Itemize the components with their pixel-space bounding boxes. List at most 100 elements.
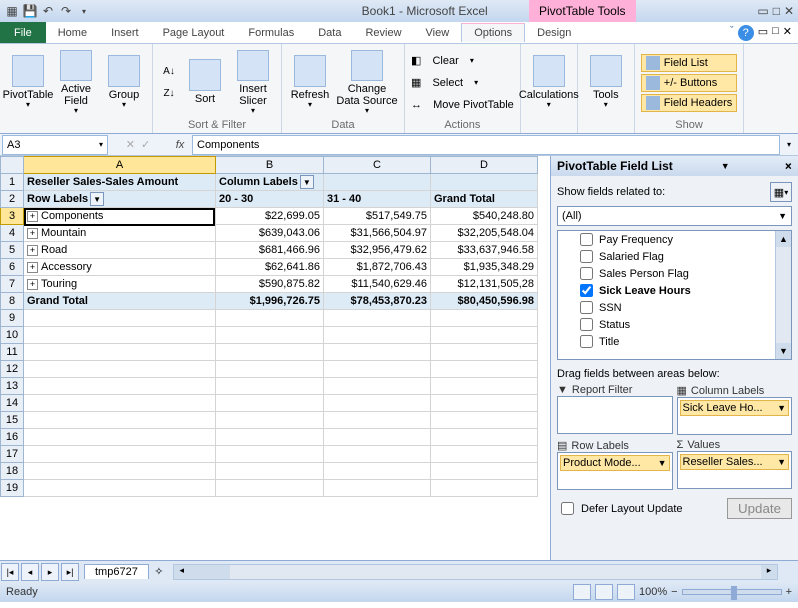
cell[interactable] (24, 327, 216, 344)
cell[interactable] (24, 310, 216, 327)
wb-min-icon[interactable]: ▭ (758, 25, 768, 41)
fx-icon[interactable]: fx (168, 139, 192, 151)
cell[interactable]: $681,466.96 (216, 242, 324, 259)
zoom-slider[interactable] (682, 589, 782, 595)
tab-view[interactable]: View (414, 24, 462, 42)
clear-button[interactable]: ◧ Clear ▾ (411, 51, 514, 71)
field-item[interactable]: Pay Frequency (558, 231, 775, 248)
cell[interactable]: $517,549.75 (324, 208, 431, 225)
cell[interactable] (324, 429, 431, 446)
tab-review[interactable]: Review (353, 24, 413, 42)
move-pivottable-button[interactable]: ↔ Move PivotTable (411, 95, 514, 115)
cell[interactable] (324, 480, 431, 497)
sort-desc-button[interactable]: Z↓ (159, 84, 179, 104)
field-checkbox[interactable] (580, 267, 593, 280)
minimize-ribbon-icon[interactable]: ˇ (730, 25, 734, 41)
calculations-button[interactable]: Calculations▾ (527, 50, 571, 116)
cell[interactable] (216, 446, 324, 463)
expand-icon[interactable]: + (27, 262, 38, 273)
cell[interactable] (431, 310, 538, 327)
cell[interactable] (431, 361, 538, 378)
cell[interactable] (216, 429, 324, 446)
field-list-scrollbar[interactable]: ▲ ▼ (775, 231, 791, 359)
col-header-a[interactable]: A (24, 156, 216, 174)
row-header[interactable]: 17 (0, 446, 24, 463)
file-tab[interactable]: File (0, 22, 46, 43)
cell[interactable]: $80,450,596.98 (431, 293, 538, 310)
sort-button[interactable]: Sort (183, 50, 227, 116)
row-header[interactable]: 9 (0, 310, 24, 327)
cell[interactable] (24, 361, 216, 378)
expand-icon[interactable]: + (27, 228, 38, 239)
cell[interactable] (216, 395, 324, 412)
chip-column[interactable]: Sick Leave Ho...▼ (680, 400, 790, 416)
scroll-up-icon[interactable]: ▲ (776, 231, 791, 247)
layout-options-button[interactable]: ▦▾ (770, 182, 792, 202)
save-icon[interactable]: 💾 (22, 3, 38, 19)
field-item[interactable]: Sick Leave Hours (558, 282, 775, 299)
pivottable-button[interactable]: PivotTable▾ (6, 50, 50, 116)
cell[interactable] (24, 480, 216, 497)
field-checkbox[interactable] (580, 335, 593, 348)
sort-asc-button[interactable]: A↓ (159, 62, 179, 82)
plus-minus-buttons-toggle[interactable]: +/- Buttons (641, 74, 737, 92)
field-item[interactable]: SSN (558, 299, 775, 316)
tab-nav-first[interactable]: |◂ (1, 563, 19, 581)
col-header-c[interactable]: C (324, 156, 431, 174)
cell[interactable] (216, 361, 324, 378)
cell[interactable] (24, 344, 216, 361)
pane-dropdown-icon[interactable]: ▼ (721, 161, 730, 171)
field-item[interactable]: Sales Person Flag (558, 265, 775, 282)
cell[interactable]: 20 - 30 (216, 191, 324, 208)
insert-slicer-button[interactable]: Insert Slicer▾ (231, 50, 275, 116)
col-header-d[interactable]: D (431, 156, 538, 174)
cell[interactable]: Reseller Sales-Sales Amount (24, 174, 216, 191)
cell[interactable] (216, 310, 324, 327)
scroll-down-icon[interactable]: ▼ (776, 343, 791, 359)
cell[interactable] (216, 412, 324, 429)
cell[interactable] (24, 463, 216, 480)
cell[interactable] (324, 361, 431, 378)
row-labels-area[interactable]: Product Mode...▼ (557, 452, 673, 490)
tab-home[interactable]: Home (46, 24, 99, 42)
cell[interactable] (431, 395, 538, 412)
cell[interactable] (324, 378, 431, 395)
row-header[interactable]: 3 (0, 208, 24, 225)
group-button[interactable]: Group▾ (102, 50, 146, 116)
change-data-source-button[interactable]: Change Data Source▾ (336, 50, 398, 116)
name-box[interactable]: A3▾ (2, 135, 108, 155)
wb-restore-icon[interactable]: □ (772, 25, 779, 41)
cell[interactable]: Row Labels▼ (24, 191, 216, 208)
cell[interactable]: $11,540,629.46 (324, 276, 431, 293)
cell[interactable] (431, 446, 538, 463)
chip-row[interactable]: Product Mode...▼ (560, 455, 670, 471)
horizontal-scrollbar[interactable]: ◂▸ (173, 564, 778, 580)
formula-bar[interactable]: Components (192, 135, 780, 155)
tab-formulas[interactable]: Formulas (236, 24, 306, 42)
row-header[interactable]: 11 (0, 344, 24, 361)
field-checkbox[interactable] (580, 250, 593, 263)
tab-nav-prev[interactable]: ◂ (21, 563, 39, 581)
cell[interactable] (324, 327, 431, 344)
cell[interactable] (324, 463, 431, 480)
view-page-layout-button[interactable] (595, 584, 613, 600)
minimize-icon[interactable]: ▭ (757, 4, 768, 18)
cell[interactable] (216, 463, 324, 480)
cell[interactable]: Grand Total (24, 293, 216, 310)
tools-button[interactable]: Tools▾ (584, 50, 628, 116)
column-labels-filter[interactable]: ▼ (300, 175, 314, 189)
tab-data[interactable]: Data (306, 24, 353, 42)
cell[interactable] (431, 480, 538, 497)
tab-page-layout[interactable]: Page Layout (151, 24, 237, 42)
zoom-in-button[interactable]: + (786, 586, 792, 598)
cell[interactable]: +Accessory (24, 259, 216, 276)
row-header[interactable]: 2 (0, 191, 24, 208)
select-all-corner[interactable] (0, 156, 24, 174)
pane-close-icon[interactable]: × (778, 159, 792, 173)
active-field-button[interactable]: Active Field▾ (54, 50, 98, 116)
cell[interactable]: +Components (24, 208, 216, 225)
row-header[interactable]: 16 (0, 429, 24, 446)
cell[interactable] (216, 480, 324, 497)
qat-dropdown-icon[interactable]: ▾ (76, 3, 92, 19)
row-header[interactable]: 6 (0, 259, 24, 276)
